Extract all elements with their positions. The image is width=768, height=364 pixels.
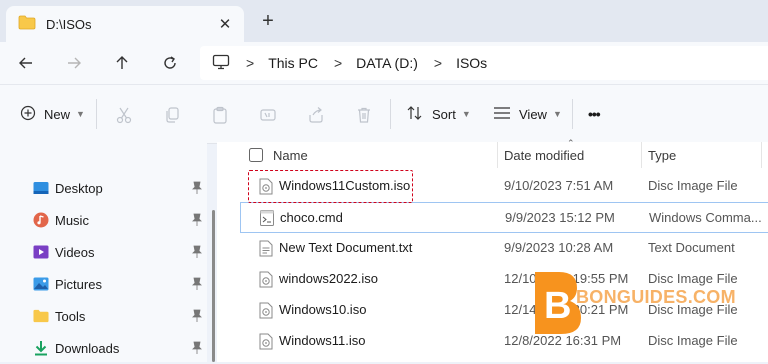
folder-icon (33, 308, 49, 324)
tab-strip: D:\ISOs ✕ + (0, 0, 768, 42)
breadcrumb-chevron-icon: > (433, 55, 443, 71)
file-name: choco.cmd (280, 210, 343, 225)
divider (572, 99, 573, 129)
breadcrumb-isos[interactable]: ISOs (456, 55, 487, 71)
music-icon (33, 212, 49, 228)
rename-icon[interactable] (258, 105, 278, 125)
sidebar-item-label: Music (55, 212, 89, 228)
sort-label: Sort (432, 106, 456, 122)
highlight-annotation (248, 170, 413, 203)
column-divider[interactable] (497, 142, 498, 168)
copy-icon[interactable] (162, 105, 182, 125)
table-row[interactable]: New Text Document.txt 9/9/2023 10:28 AM … (217, 233, 768, 264)
svg-text:B: B (544, 285, 571, 327)
column-divider[interactable] (761, 142, 762, 168)
column-divider[interactable] (641, 142, 642, 168)
view-list-icon (493, 106, 511, 123)
column-header-name[interactable]: Name (273, 142, 308, 168)
new-label: New (44, 106, 71, 122)
file-name: New Text Document.txt (279, 240, 413, 255)
close-tab-icon[interactable]: ✕ (216, 15, 234, 33)
select-all-checkbox[interactable] (249, 142, 263, 168)
divider (96, 99, 97, 129)
breadcrumb-chevron-icon: > (246, 55, 255, 71)
sidebar-item-desktop[interactable]: Desktop (0, 172, 207, 204)
sidebar-item-videos[interactable]: Videos (0, 236, 207, 268)
sidebar-item-label: Desktop (55, 180, 103, 196)
breadcrumb-data-d[interactable]: DATA (D:) (356, 55, 418, 71)
tab-title: D:\ISOs (46, 16, 92, 32)
watermark-text: BONGUIDES.COM (576, 287, 736, 307)
chevron-down-icon: ▼ (552, 109, 562, 119)
column-header-type[interactable]: Type (648, 142, 676, 168)
pin-icon[interactable] (191, 277, 203, 291)
file-name: windows2022.iso (279, 271, 379, 286)
view-button[interactable]: View ▼ (493, 103, 562, 125)
desktop-icon (33, 180, 49, 196)
file-date: 9/9/2023 10:28 AM (504, 240, 614, 255)
download-icon (33, 340, 49, 356)
divider (390, 99, 391, 129)
sidebar-item-music[interactable]: Music (0, 204, 207, 236)
forward-arrow-icon[interactable] (62, 51, 86, 75)
computer-icon (212, 54, 230, 73)
navigation-pane-scrollbar[interactable] (212, 210, 215, 362)
folder-icon (18, 15, 36, 33)
pictures-icon (33, 276, 49, 292)
sidebar-item-downloads[interactable]: Downloads (0, 332, 207, 364)
disc-image-file-icon (259, 271, 273, 291)
videos-icon (33, 244, 49, 260)
back-arrow-icon[interactable] (14, 51, 38, 75)
file-name: Windows10.iso (279, 302, 367, 317)
delete-icon[interactable] (354, 105, 374, 125)
sidebar-item-tools[interactable]: Tools (0, 300, 207, 332)
pin-icon[interactable] (191, 245, 203, 259)
table-row-selected[interactable]: choco.cmd 9/9/2023 15:12 PM Windows Comm… (240, 202, 768, 233)
text-file-icon (259, 240, 273, 260)
file-type: Windows Comma... (649, 210, 762, 225)
chevron-down-icon: ▼ (461, 109, 471, 119)
new-tab-button[interactable]: + (258, 10, 278, 32)
sort-button[interactable]: Sort ▼ (406, 103, 471, 125)
file-type: Disc Image File (648, 178, 738, 193)
file-name: Windows11.iso (279, 333, 366, 348)
sidebar-item-pictures[interactable]: Pictures (0, 268, 207, 300)
up-arrow-icon[interactable] (110, 51, 134, 75)
sidebar-item-label: Pictures (55, 276, 102, 292)
pin-icon[interactable] (191, 213, 203, 227)
sort-arrows-icon (406, 105, 424, 124)
script-file-icon (260, 210, 274, 229)
view-label: View (519, 106, 547, 122)
pin-icon[interactable] (191, 181, 203, 195)
file-date: 9/10/2023 7:51 AM (504, 178, 614, 193)
tab-isos[interactable]: D:\ISOs ✕ (6, 6, 244, 42)
refresh-icon[interactable] (158, 51, 182, 75)
breadcrumb-chevron-icon: > (333, 55, 343, 71)
disc-image-file-icon (259, 302, 273, 322)
pin-icon[interactable] (191, 341, 203, 355)
cut-icon[interactable] (114, 105, 134, 125)
sidebar-item-label: Tools (55, 308, 86, 324)
disc-image-file-icon (259, 333, 273, 353)
column-header-date-modified[interactable]: Date modified (504, 142, 584, 168)
more-options-button[interactable]: ••• (588, 103, 601, 125)
plus-circle-icon (20, 105, 36, 124)
navigation-bar: > This PC > DATA (D:) > ISOs (0, 42, 768, 84)
breadcrumb-this-pc[interactable]: This PC (268, 55, 318, 71)
command-bar: New ▼ Sort ▼ View ▼ ••• (0, 84, 768, 144)
address-bar[interactable]: > This PC > DATA (D:) > ISOs (200, 46, 768, 80)
file-type: Text Document (648, 240, 735, 255)
chevron-down-icon: ▼ (76, 109, 85, 119)
sidebar-item-label: Videos (55, 244, 95, 260)
file-date: 9/9/2023 15:12 PM (505, 210, 615, 225)
sidebar-item-label: Downloads (55, 340, 120, 356)
new-button[interactable]: New ▼ (20, 103, 85, 125)
navigation-pane: Desktop Music Videos Pictures Tools Down (0, 142, 207, 362)
paste-icon[interactable] (210, 105, 230, 125)
share-icon[interactable] (306, 105, 326, 125)
pin-icon[interactable] (191, 309, 203, 323)
